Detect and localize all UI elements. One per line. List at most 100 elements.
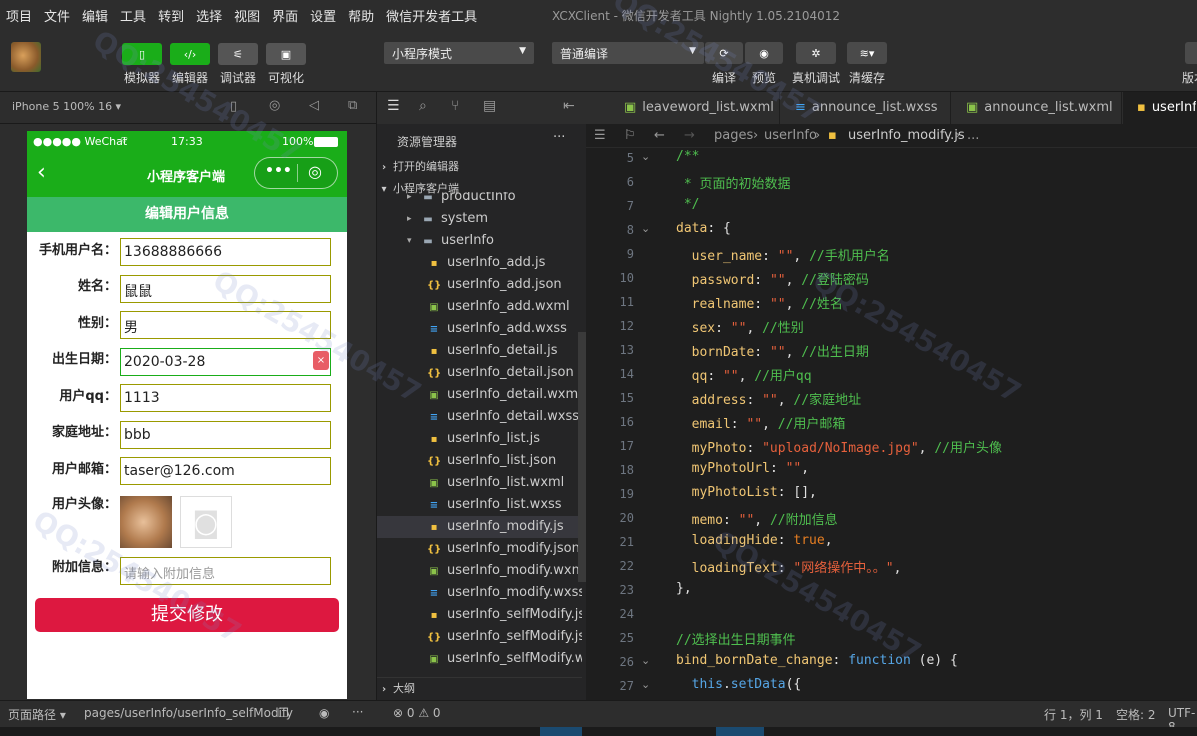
clear-date-icon[interactable]: × [313,351,329,370]
back-icon[interactable]: ‹ [37,162,46,184]
file-userinfo-selfmodify-js-[interactable]: {} userInfo_selfModify.js... [377,626,582,648]
file-userinfo-add-json[interactable]: {} userInfo_add.json [377,274,582,296]
scrollbar[interactable] [578,332,586,582]
close-mini-icon[interactable]: ◎ [308,162,322,181]
copy-icon[interactable]: ❐ [278,706,289,720]
file-userinfo-selfmodify-w-[interactable]: ▣ userInfo_selfModify.w... [377,648,582,670]
volume-icon[interactable]: ◁ [309,98,319,113]
fold-chevron-icon[interactable]: ⌄ [641,678,650,691]
folder-productinfo[interactable]: ▸ ▬ productInfo [377,192,582,208]
menu-interface[interactable]: 界面 [266,6,304,25]
visual-button[interactable]: ▣ [266,43,306,65]
avatar[interactable] [11,42,41,72]
menu-project[interactable]: 项目 [0,6,38,25]
simulator-button[interactable]: ▯ [122,43,162,65]
add-photo-button[interactable]: ◙ [180,496,232,548]
folder-userinfo[interactable]: ▾ ▬ userInfo [377,230,582,252]
tab-announce-list-wxml[interactable]: ▣ announce_list.wxml [952,92,1122,124]
tab-userinfo[interactable]: ▪ userInfo [1123,92,1197,124]
back-arrow-icon[interactable]: ← [654,124,665,148]
indent-spaces[interactable]: 空格: 2 [1116,706,1156,723]
editor-button[interactable]: ‹/› [170,43,210,65]
menu-view[interactable]: 视图 [228,6,266,25]
version-button[interactable] [1185,42,1197,64]
menu-tools[interactable]: 工具 [114,6,152,25]
file-userinfo-add-wxml[interactable]: ▣ userInfo_add.wxml [377,296,582,318]
realname-input[interactable]: 鼠鼠 [120,275,331,303]
menu-help[interactable]: 帮助 [342,6,380,25]
fold-chevron-icon[interactable]: ⌄ [641,150,650,163]
file-userinfo-list-json[interactable]: {} userInfo_list.json [377,450,582,472]
menu-file[interactable]: 文件 [38,6,76,25]
file-userinfo-modify-wxml[interactable]: ▣ userInfo_modify.wxml [377,560,582,582]
breadcrumb-more[interactable]: ... [967,124,979,148]
preview-button[interactable]: ◉ [745,42,783,64]
file-userinfo-detail-wxss[interactable]: ≡ userInfo_detail.wxss [377,406,582,428]
submit-button[interactable]: 提交修改 [35,598,339,632]
problems-count[interactable]: ⊗ 0 ⚠ 0 [393,706,441,720]
email-input[interactable]: taser@126.com [120,457,331,485]
file-userinfo-modify-wxss[interactable]: ≡ userInfo_modify.wxss [377,582,582,604]
device-select[interactable]: iPhone 5 100% 16 ▾ [12,100,121,113]
file-label: system [441,211,488,226]
avatar-photo[interactable] [120,496,172,548]
fold-chevron-icon[interactable]: ⌄ [641,654,650,667]
outline-section[interactable]: › 大纲 [377,677,582,699]
tab-announce-list-wxss[interactable]: ≡ announce_list.wxss [781,92,951,124]
breadcrumb-pages[interactable]: pages [714,124,753,148]
file-userinfo-list-wxml[interactable]: ▣ userInfo_list.wxml [377,472,582,494]
tab-leaveword-list-wxml[interactable]: ▣ leaveword_list.wxml [610,92,780,124]
more-actions-icon[interactable]: ··· [553,130,565,145]
record-icon[interactable]: ◎ [269,98,280,113]
file-userinfo-detail-wxml[interactable]: ▣ userInfo_detail.wxml [377,384,582,406]
window-icon[interactable]: ⧉ [348,98,357,113]
menu-select[interactable]: 选择 [190,6,228,25]
sex-input[interactable]: 男 [120,311,331,339]
forward-arrow-icon[interactable]: → [684,124,695,148]
borndate-picker[interactable]: 2020-03-28 [120,348,331,376]
open-editors-section[interactable]: › 打开的编辑器 [377,156,582,178]
file-userinfo-selfmodify-js[interactable]: ▪ userInfo_selfModify.js [377,604,582,626]
menu-wechat-devtools[interactable]: 微信开发者工具 [380,6,483,25]
debugger-button[interactable]: ⚟ [218,43,258,65]
file-userinfo-add-wxss[interactable]: ≡ userInfo_add.wxss [377,318,582,340]
file-userinfo-modify-json[interactable]: {} userInfo_modify.json [377,538,582,560]
qq-input[interactable]: 1113 [120,384,331,412]
fold-chevron-icon[interactable]: ⌄ [641,222,650,235]
clear-cache-button[interactable]: ≋▾ [847,42,887,64]
search-icon[interactable]: ⌕ [419,98,427,114]
breadcrumb-userinfo[interactable]: userInfo [764,124,817,148]
page-path-select[interactable]: 页面路径 ▾ [8,706,66,723]
files-icon[interactable]: ☰ [387,98,400,114]
compile-select[interactable]: 普通编译 ▼ [552,42,704,64]
more-icon[interactable]: ··· [352,705,363,719]
list-icon[interactable]: ☰ [594,124,606,148]
field-label-username: 手机用户名： [38,243,117,258]
folder-system[interactable]: ▸ ▬ system [377,208,582,230]
compile-button[interactable]: ⟳ [705,42,743,64]
menu-goto[interactable]: 转到 [152,6,190,25]
collapse-panel-icon[interactable]: ⇤ [563,98,575,114]
debug-icon[interactable]: ▤ [483,98,496,114]
file-userinfo-list-wxss[interactable]: ≡ userInfo_list.wxss [377,494,582,516]
file-userinfo-detail-json[interactable]: {} userInfo_detail.json [377,362,582,384]
more-icon[interactable]: ••• [265,163,292,179]
file-userinfo-add-js[interactable]: ▪ userInfo_add.js [377,252,582,274]
file-userinfo-list-js[interactable]: ▪ userInfo_list.js [377,428,582,450]
address-input[interactable]: bbb [120,421,331,449]
git-icon[interactable]: ⑂ [451,98,459,114]
file-userinfo-modify-js[interactable]: ▪ userInfo_modify.js [377,516,582,538]
file-userinfo-detail-js[interactable]: ▪ userInfo_detail.js [377,340,582,362]
code-area[interactable]: 5 ⌄ /** 6 * 页面的初始数据 7 */ 8 ⌄ data: {9 user_name… [586,149,1197,700]
mode-select[interactable]: 小程序模式 ▼ [384,42,534,64]
menu-settings[interactable]: 设置 [304,6,342,25]
eye-icon[interactable]: ◉ [319,706,329,720]
username-input[interactable]: 13688886666 [120,238,331,266]
memo-input[interactable]: 请输入附加信息 [120,557,331,585]
phone-rotate-icon[interactable]: ▯ [230,99,237,114]
cursor-position[interactable]: 行 1，列 1 [1044,706,1103,723]
menu-edit[interactable]: 编辑 [76,6,114,25]
breadcrumb-file[interactable]: userInfo_modify.js [848,124,965,148]
real-debug-button[interactable]: ✲ [796,42,836,64]
bookmark-icon[interactable]: ⚐ [624,124,636,148]
